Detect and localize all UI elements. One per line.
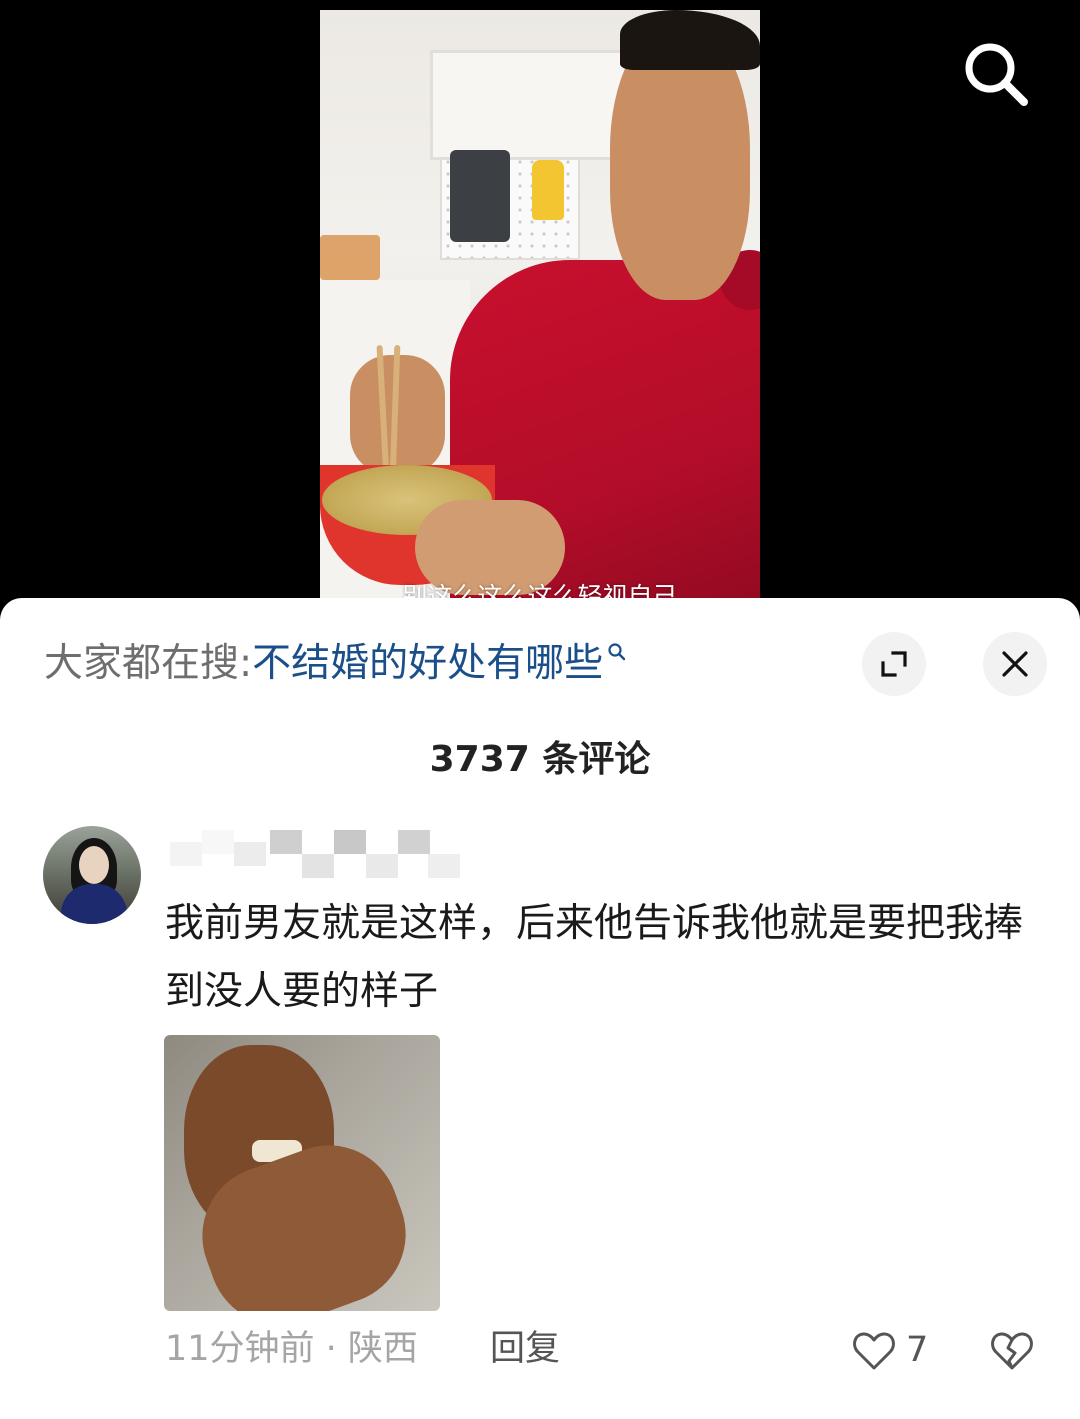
- reply-button[interactable]: 回复: [490, 1324, 560, 1374]
- search-button[interactable]: [960, 38, 1032, 110]
- like-count: 7: [906, 1330, 929, 1370]
- trending-term[interactable]: 不结婚的好处有哪些: [252, 641, 603, 686]
- dislike-button[interactable]: [988, 1326, 1036, 1374]
- heart-icon: [853, 1332, 895, 1370]
- trending-prefix: 大家都在搜:: [44, 641, 253, 686]
- snack-bag: [320, 235, 380, 280]
- search-small-icon: [608, 643, 626, 661]
- comment-image[interactable]: [164, 1035, 440, 1311]
- video-player[interactable]: 别这么这么这么轻视自己: [0, 0, 1080, 620]
- broken-heart-icon: [991, 1332, 1033, 1370]
- person-hair: [620, 10, 760, 70]
- trending-search-link[interactable]: 大家都在搜:不结婚的好处有哪些: [44, 636, 627, 692]
- expand-button[interactable]: [862, 632, 926, 696]
- comment-text: 我前男友就是这样，后来他告诉我他就是要把我捧到没人要的样子: [165, 901, 1024, 1014]
- expand-icon: [881, 651, 907, 677]
- close-icon: [1002, 651, 1028, 677]
- comment-count-title: 3737 条评论: [429, 739, 651, 780]
- kettle: [450, 150, 510, 242]
- username-obscured[interactable]: [170, 830, 462, 880]
- like-button[interactable]: 7: [850, 1326, 940, 1374]
- comment-sheet: 大家都在搜:不结婚的好处有哪些 3737 条评论 我前男友就是这样，后来他告诉我…: [0, 598, 1080, 1419]
- avatar[interactable]: [43, 826, 141, 924]
- comment-meta: 11分钟前 · 陕西: [165, 1329, 418, 1369]
- close-button[interactable]: [983, 632, 1047, 696]
- video-frame[interactable]: 别这么这么这么轻视自己: [320, 10, 760, 610]
- search-icon: [965, 43, 1028, 106]
- cutting-board: [532, 160, 564, 220]
